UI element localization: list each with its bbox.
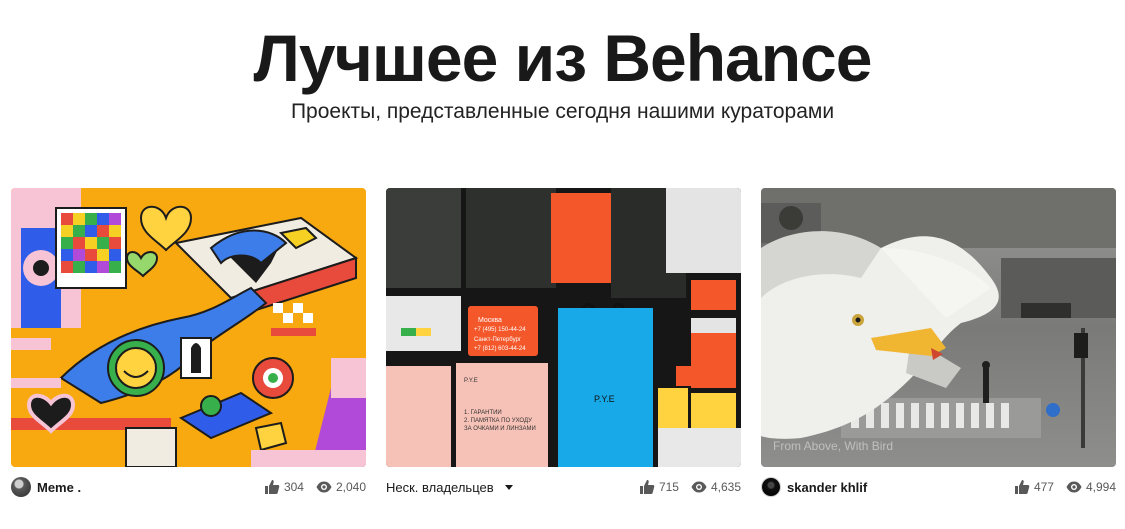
chevron-down-icon xyxy=(504,484,513,490)
page-title: Лучшее из Behance xyxy=(253,21,873,95)
multiple-owners-dropdown[interactable]: Неск. владельцев xyxy=(386,480,513,495)
seagull-street-photo: From Above, With Bird xyxy=(761,188,1116,467)
project-stats: 715 4,635 xyxy=(639,479,741,495)
eye-icon xyxy=(691,479,707,495)
project-card: From Above, With Bird skander khlif 477 … xyxy=(761,188,1116,497)
project-meta: Meme . 304 2,040 xyxy=(11,475,366,499)
artwork-text: P.Y.E xyxy=(464,378,478,384)
owner-link[interactable]: skander khlif xyxy=(761,477,867,497)
thumbs-up-icon xyxy=(1014,479,1030,495)
artwork-text: 2. ПАМЯТКА ПО УХОДУ xyxy=(464,418,532,424)
eye-icon xyxy=(1066,479,1082,495)
project-thumbnail[interactable]: Москва +7 (495) 150-44-24 Санкт-Петербур… xyxy=(386,188,741,467)
artwork-text: 1. ГАРАНТИИ xyxy=(464,410,502,416)
artwork-text: Санкт-Петербург xyxy=(474,337,522,343)
project-card: Meme . 304 2,040 xyxy=(11,188,366,497)
appreciations-count: 304 xyxy=(283,480,304,494)
views-count: 4,635 xyxy=(710,480,741,494)
project-stats: 477 4,994 xyxy=(1014,479,1116,495)
views-count: 2,040 xyxy=(335,480,366,494)
owner-link[interactable]: Meme . xyxy=(11,477,81,497)
artwork-text: +7 (495) 150-44-24 xyxy=(474,327,526,333)
appreciations-count: 715 xyxy=(658,480,679,494)
thumbs-up-icon xyxy=(264,479,280,495)
avatar xyxy=(11,477,31,497)
artwork-text: ЗА ОЧКАМИ И ЛИНЗАМИ xyxy=(464,426,536,432)
isometric-illustration xyxy=(11,188,366,467)
project-thumbnail[interactable]: From Above, With Bird xyxy=(761,188,1116,467)
owner-name: Meme . xyxy=(37,479,82,495)
artwork-text: Москва xyxy=(478,317,502,324)
owner-name: skander khlif xyxy=(787,479,868,495)
appreciations-count: 477 xyxy=(1033,480,1054,494)
project-stats: 304 2,040 xyxy=(264,479,366,495)
artwork-text: From Above, With Bird xyxy=(773,439,893,453)
artwork-text: P.Y.E xyxy=(594,394,615,404)
views-count: 4,994 xyxy=(1085,480,1116,494)
project-meta: skander khlif 477 4,994 xyxy=(761,475,1116,499)
artwork-text: +7 (812) 603-44-24 xyxy=(474,346,526,352)
project-meta: Неск. владельцев 715 4,635 xyxy=(386,475,741,499)
branding-stationery-photo: Москва +7 (495) 150-44-24 Санкт-Петербур… xyxy=(386,188,741,467)
project-thumbnail[interactable] xyxy=(11,188,366,467)
eye-icon xyxy=(316,479,332,495)
thumbs-up-icon xyxy=(639,479,655,495)
owner-name: Неск. владельцев xyxy=(386,479,494,495)
avatar xyxy=(761,477,781,497)
page-subtitle: Проекты, представленные сегодня нашими к… xyxy=(290,100,835,123)
project-card: Москва +7 (495) 150-44-24 Санкт-Петербур… xyxy=(386,188,741,495)
